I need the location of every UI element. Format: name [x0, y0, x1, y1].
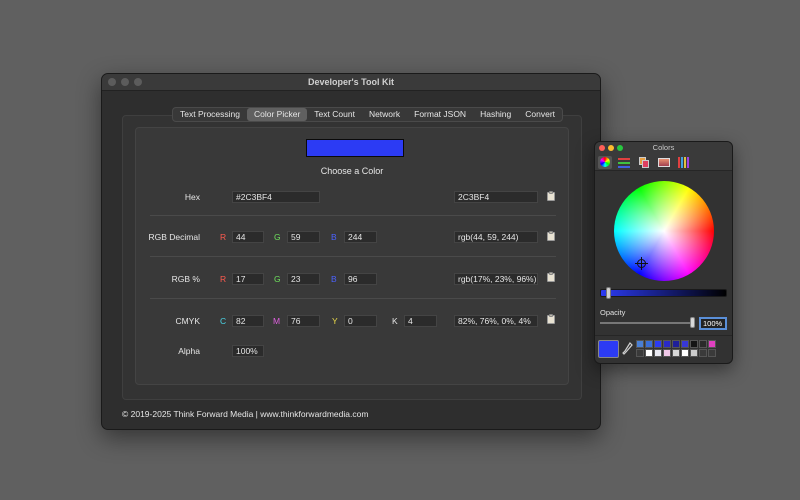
tab-convert[interactable]: Convert: [518, 108, 562, 121]
eyedropper-icon[interactable]: [622, 342, 633, 356]
opacity-slider-track[interactable]: [600, 322, 693, 324]
cmyk-label: CMYK: [175, 316, 200, 326]
favorite-swatch[interactable]: [708, 349, 716, 357]
choose-color-label: Choose a Color: [320, 166, 384, 176]
alpha-label: Alpha: [178, 346, 200, 356]
red-channel-label: R: [220, 232, 227, 242]
favorite-swatch[interactable]: [672, 349, 680, 357]
crosshair-icon[interactable]: [635, 257, 648, 270]
divider: [150, 256, 556, 257]
tab-format-json[interactable]: Format JSON: [407, 108, 473, 121]
favorite-swatch[interactable]: [690, 340, 698, 348]
favorite-swatch[interactable]: [708, 340, 716, 348]
tab-hashing[interactable]: Hashing: [473, 108, 518, 121]
rgb-percent-label: RGB %: [171, 274, 200, 284]
favorite-swatch[interactable]: [699, 349, 707, 357]
tab-text-processing[interactable]: Text Processing: [173, 108, 247, 121]
colors-panel-toolbar: [595, 154, 732, 171]
copy-rgb-decimal-icon[interactable]: [547, 231, 555, 241]
pencils-icon[interactable]: [677, 156, 691, 169]
favorite-swatch[interactable]: [654, 340, 662, 348]
main-window: Developer's Tool Kit Text Processing Col…: [101, 73, 601, 430]
rgb-percent-output[interactable]: rgb(17%, 23%, 96%): [454, 273, 538, 285]
opacity-label: Opacity: [600, 308, 626, 317]
hex-input[interactable]: #2C3BF4: [232, 191, 320, 203]
rgb-decimal-output[interactable]: rgb(44, 59, 244): [454, 231, 538, 243]
divider: [150, 298, 556, 299]
favorite-swatch[interactable]: [636, 340, 644, 348]
colors-panel-title: Colors: [652, 143, 675, 152]
favorite-swatch[interactable]: [699, 340, 707, 348]
palettes-icon[interactable]: [637, 156, 651, 169]
rgb-percent-green-input[interactable]: 23: [287, 273, 320, 285]
cmyk-key-input[interactable]: 4: [404, 315, 437, 327]
colors-panel: Colors Opacity 100%: [594, 141, 733, 364]
opacity-input[interactable]: 100%: [699, 317, 727, 330]
favorite-swatch[interactable]: [645, 349, 653, 357]
tab-text-count[interactable]: Text Count: [307, 108, 362, 121]
divider: [150, 215, 556, 216]
cmyk-yellow-input[interactable]: 0: [344, 315, 377, 327]
title-bar[interactable]: Developer's Tool Kit: [102, 74, 600, 91]
blue-channel-label: B: [331, 274, 337, 284]
favorite-swatches: [636, 340, 716, 357]
rgb-decimal-label: RGB Decimal: [148, 232, 200, 242]
green-channel-label: G: [274, 232, 281, 242]
cmyk-magenta-input[interactable]: 76: [287, 315, 320, 327]
favorite-swatch[interactable]: [654, 349, 662, 357]
favorite-swatch[interactable]: [636, 349, 644, 357]
divider: [595, 335, 732, 336]
opacity-slider-knob[interactable]: [690, 317, 695, 328]
yellow-channel-label: Y: [332, 316, 338, 326]
rgb-decimal-blue-input[interactable]: 244: [344, 231, 377, 243]
tab-bar: Text Processing Color Picker Text Count …: [172, 107, 564, 122]
tab-content-panel: Choose a Color Hex #2C3BF4 2C3BF4 RGB De…: [122, 115, 582, 400]
footer-copyright: © 2019-2025 Think Forward Media | www.th…: [122, 409, 369, 419]
rgb-percent-blue-input[interactable]: 96: [344, 273, 377, 285]
favorite-swatch[interactable]: [681, 340, 689, 348]
color-picker-group: Choose a Color Hex #2C3BF4 2C3BF4 RGB De…: [135, 127, 569, 385]
brightness-slider-knob[interactable]: [606, 287, 612, 299]
rgb-decimal-red-input[interactable]: 44: [232, 231, 264, 243]
brightness-slider[interactable]: [600, 289, 727, 297]
rgb-decimal-green-input[interactable]: 59: [287, 231, 320, 243]
favorite-swatch[interactable]: [672, 340, 680, 348]
favorite-swatch[interactable]: [663, 340, 671, 348]
cyan-channel-label: C: [220, 316, 227, 326]
color-wheel[interactable]: [614, 181, 714, 281]
red-channel-label: R: [220, 274, 227, 284]
copy-rgb-percent-icon[interactable]: [547, 272, 555, 282]
color-swatch-button[interactable]: [306, 139, 404, 157]
alpha-input[interactable]: 100%: [232, 345, 264, 357]
favorite-swatch[interactable]: [663, 349, 671, 357]
favorite-swatch[interactable]: [690, 349, 698, 357]
tab-network[interactable]: Network: [362, 108, 407, 121]
blue-channel-label: B: [331, 232, 337, 242]
key-channel-label: K: [392, 316, 398, 326]
image-palette-icon[interactable]: [657, 156, 671, 169]
sliders-icon[interactable]: [617, 156, 631, 169]
color-wheel-icon[interactable]: [598, 156, 612, 169]
rgb-percent-red-input[interactable]: 17: [232, 273, 264, 285]
favorite-swatch[interactable]: [681, 349, 689, 357]
green-channel-label: G: [274, 274, 281, 284]
copy-cmyk-icon[interactable]: [547, 314, 555, 324]
cmyk-cyan-input[interactable]: 82: [232, 315, 264, 327]
window-title: Developer's Tool Kit: [308, 77, 394, 87]
copy-hex-icon[interactable]: [547, 191, 555, 201]
current-color-well[interactable]: [598, 340, 619, 358]
tab-color-picker[interactable]: Color Picker: [247, 108, 308, 121]
magenta-channel-label: M: [273, 316, 281, 326]
colors-panel-title-bar[interactable]: Colors: [595, 142, 732, 154]
hex-output[interactable]: 2C3BF4: [454, 191, 538, 203]
hex-label: Hex: [184, 192, 200, 202]
cmyk-output[interactable]: 82%, 76%, 0%, 4%: [454, 315, 538, 327]
favorite-swatch[interactable]: [645, 340, 653, 348]
